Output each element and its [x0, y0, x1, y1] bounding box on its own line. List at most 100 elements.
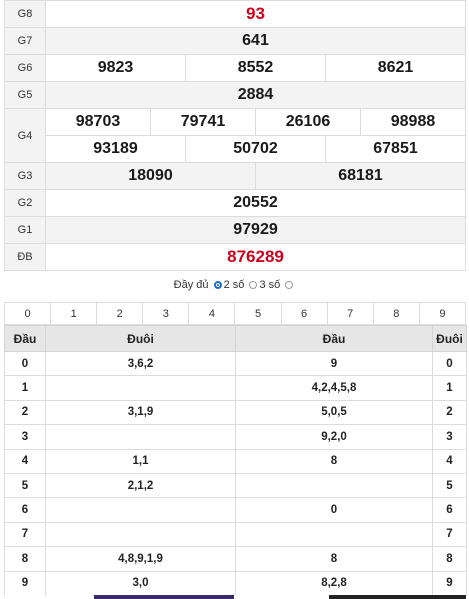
- display-options: Đầy đủ 2 số 3 số: [0, 279, 469, 291]
- prize-number: 98988: [360, 108, 466, 136]
- prize-label: G1: [4, 216, 46, 244]
- digit-filter-button[interactable]: 0: [3, 302, 52, 325]
- loto-tails: [45, 424, 236, 450]
- option-three-label: 3 số: [259, 279, 281, 291]
- header-duoi: Đuôi: [45, 325, 236, 352]
- loto-tails: [45, 521, 236, 548]
- results-table: G8 93 G7 641 G6 9823 8552 8621 G5 2884 G…: [4, 0, 466, 271]
- digit-filter-button[interactable]: 2: [96, 302, 144, 325]
- loto-heads: 8,2,8: [235, 570, 433, 596]
- option-two-label: 2 số: [223, 279, 245, 291]
- loto-tails: 3,0: [45, 570, 236, 596]
- option-full-radio[interactable]: [213, 281, 222, 289]
- option-full-label: Đầy đủ: [173, 279, 209, 291]
- loto-row: 606: [4, 497, 467, 523]
- digit-filter-button[interactable]: 7: [326, 302, 374, 325]
- loto-tails: [45, 375, 236, 401]
- loto-head-digit: 3: [4, 424, 46, 450]
- option-two-radio[interactable]: [249, 281, 258, 289]
- digit-filter-button[interactable]: 1: [50, 302, 98, 325]
- loto-heads: [235, 521, 433, 548]
- loto-tail-digit: 2: [432, 399, 467, 426]
- header-dau: Đầu: [4, 325, 46, 352]
- prize-row-g3: G3 18090 68181: [4, 162, 466, 190]
- prize-label: ĐB: [4, 243, 46, 271]
- loto-tails: 2,1,2: [45, 472, 236, 499]
- prize-number: 18090: [45, 162, 256, 190]
- loto-tail-digit: 0: [432, 350, 467, 377]
- loto-heads: 9,2,0: [235, 424, 433, 450]
- loto-row: 1 4,2,4,5,8 1: [4, 375, 467, 401]
- prize-row-g4: G4 98703 79741 26106 98988: [4, 108, 466, 163]
- loto-tail-digit: 3: [432, 424, 467, 450]
- loto-head-digit: 9: [4, 570, 46, 596]
- prize-row-g6: G6 9823 8552 8621: [4, 54, 466, 82]
- loto-heads: 0: [235, 497, 433, 523]
- option-three-radio[interactable]: [285, 281, 294, 289]
- prize-label: G4: [4, 108, 46, 163]
- loto-table: Đầu Đuôi Đầu Đuôi 0 3,6,2 9 0 1 4,2,4,5,8 1 2 3,…: [4, 325, 467, 596]
- loto-row: 4 1,1 8 4: [4, 448, 467, 474]
- prize-label: G8: [4, 0, 46, 28]
- header-duoi-2: Đuôi: [432, 325, 467, 352]
- prize-label: G6: [4, 54, 46, 82]
- prize-number: 67851: [325, 135, 466, 163]
- prize-number: 50702: [185, 135, 326, 163]
- loto-row: 77: [4, 521, 467, 548]
- digit-filter-button[interactable]: 9: [418, 302, 467, 325]
- header-dau-2: Đầu: [235, 325, 433, 352]
- loto-tails: 4,8,9,1,9: [45, 546, 236, 572]
- loto-head-digit: 6: [4, 497, 46, 523]
- loto-tails: 1,1: [45, 448, 236, 474]
- loto-tail-digit: 6: [432, 497, 467, 523]
- digit-filter-button[interactable]: 4: [188, 302, 236, 325]
- prize-number: 97929: [45, 216, 466, 244]
- prize-row-g2: G2 20552: [4, 189, 466, 217]
- loto-row: 8 4,8,9,1,9 8 8: [4, 546, 467, 572]
- loto-tails: [45, 497, 236, 523]
- prize-row-db: ĐB 876289: [4, 243, 466, 271]
- loto-head-digit: 1: [4, 375, 46, 401]
- loto-tail-digit: 1: [432, 375, 467, 401]
- digit-filter-button[interactable]: 5: [234, 302, 282, 325]
- prize-row-g4b: 93189 50702 67851: [5, 135, 466, 163]
- loto-heads: 9: [235, 350, 433, 377]
- prize-number: 68181: [255, 162, 466, 190]
- loto-head-digit: 7: [4, 521, 46, 548]
- loto-row: 0 3,6,2 9 0: [4, 350, 467, 377]
- prize-label: G7: [4, 27, 46, 55]
- prize-label: G2: [4, 189, 46, 217]
- loto-row: 9 3,0 8,2,8 9: [4, 570, 467, 596]
- prize-number: 2884: [45, 81, 466, 109]
- special-prize-number: 876289: [45, 243, 466, 271]
- prize-number: 641: [45, 27, 466, 55]
- prize-number: 98703: [45, 108, 151, 136]
- digit-filter-button[interactable]: 6: [280, 302, 328, 325]
- bottom-banner: [4, 595, 466, 599]
- digit-filter-button[interactable]: 8: [372, 302, 420, 325]
- loto-row: 2 3,1,9 5,0,5 2: [4, 399, 467, 426]
- prize-number: 8621: [325, 54, 466, 82]
- prize-row-g1: G1 97929: [4, 216, 466, 244]
- loto-heads: 5,0,5: [235, 399, 433, 426]
- prize-row-g5: G5 2884: [4, 81, 466, 109]
- loto-heads: 4,2,4,5,8: [235, 375, 433, 401]
- loto-tail-digit: 5: [432, 472, 467, 499]
- loto-head-digit: 8: [4, 546, 46, 572]
- loto-tails: 3,6,2: [45, 350, 236, 377]
- loto-row: 5 2,1,2 5: [4, 472, 467, 499]
- prize-number: 79741: [150, 108, 256, 136]
- loto-heads: 8: [235, 546, 433, 572]
- prize-number: 8552: [185, 54, 326, 82]
- prize-number: 20552: [45, 189, 466, 217]
- prize-row-g8: G8 93: [4, 0, 466, 28]
- prize-label: G5: [4, 81, 46, 109]
- prize-label: G3: [4, 162, 46, 190]
- prize-number: 93: [45, 0, 466, 28]
- digit-filter: 0 1 2 3 4 5 6 7 8 9: [3, 302, 467, 325]
- digit-filter-button[interactable]: 3: [142, 302, 190, 325]
- loto-tail-digit: 9: [432, 570, 467, 596]
- prize-row-g7: G7 641: [4, 27, 466, 55]
- loto-tail-digit: 7: [432, 521, 467, 548]
- loto-tails: 3,1,9: [45, 399, 236, 426]
